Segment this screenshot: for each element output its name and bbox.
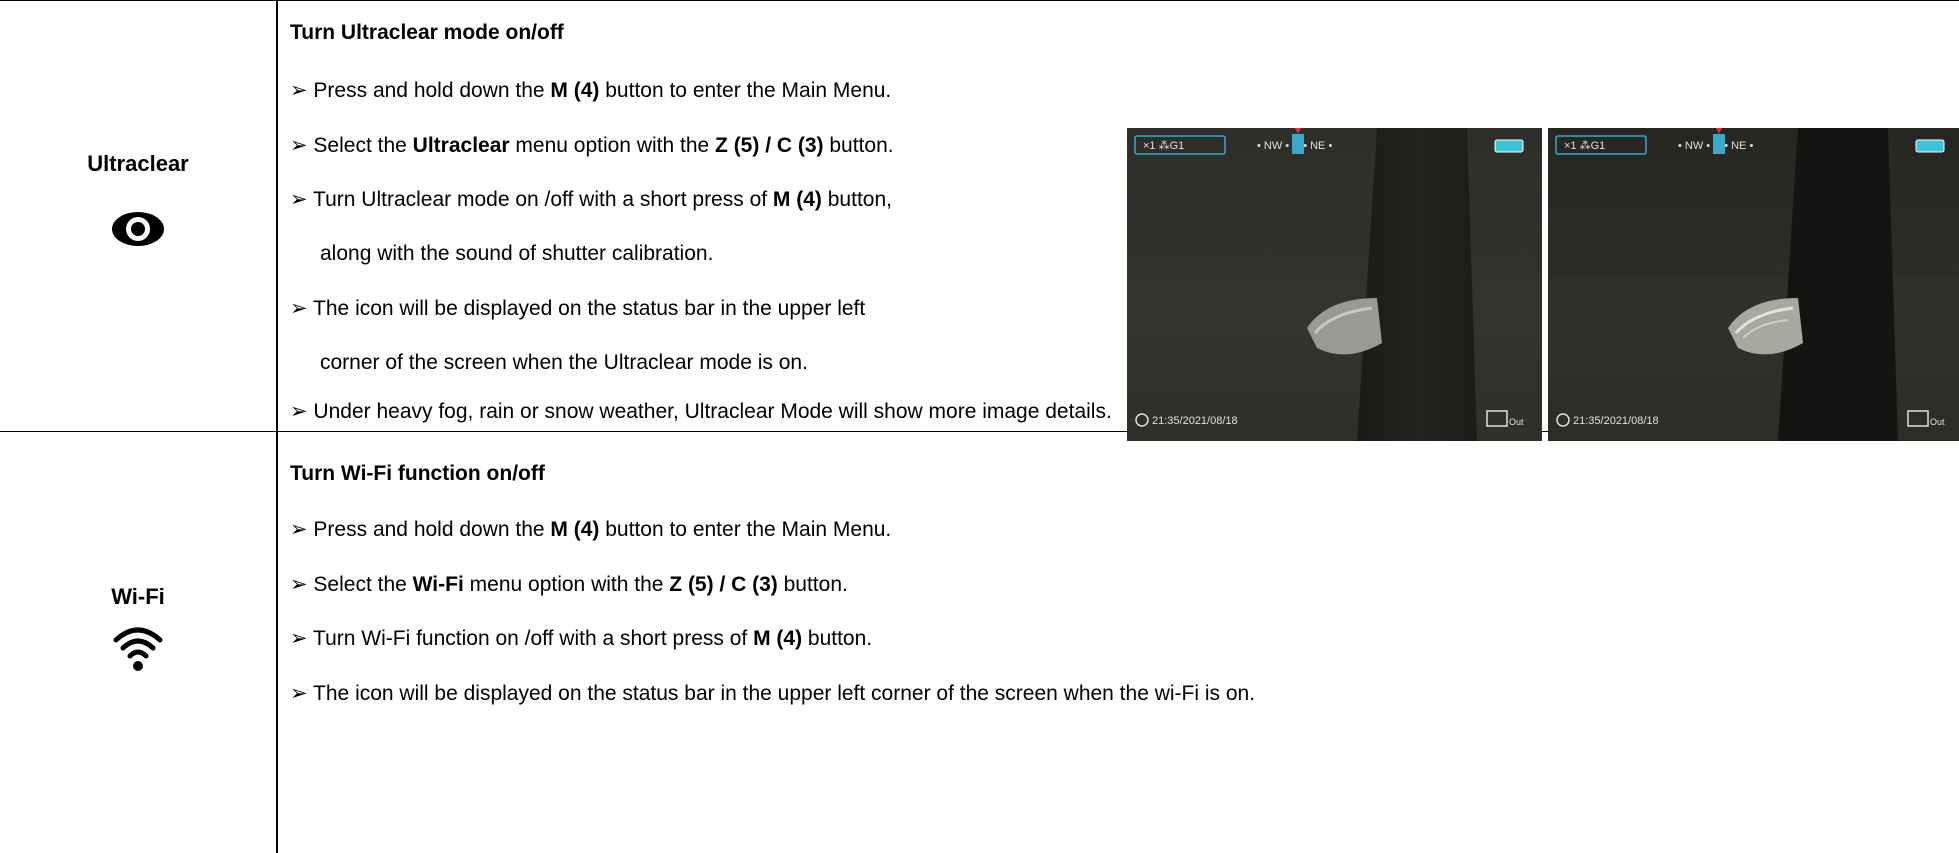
ultraclear-step-5: ➢ Under heavy fog, rain or snow weather,… [290,400,1112,423]
wifi-label: Wi-Fi [111,584,165,609]
status-bar-text: ×1 ⁂G1 [1143,140,1184,152]
output-label: Out [1509,417,1524,427]
status-bar-text: ×1 ⁂G1 [1564,140,1605,152]
wifi-title: Turn Wi-Fi function on/off [290,462,545,485]
wifi-step-1: ➢ Press and hold down the M (4) button t… [290,518,892,541]
ultraclear-step-3: ➢ Turn Ultraclear mode on /off with a sh… [290,188,892,211]
wifi-label-cell: Wi-Fi [0,584,276,677]
ultraclear-step-4-cont: corner of the screen when the Ultraclear… [320,351,808,374]
wifi-step-3: ➢ Turn Wi-Fi function on /off with a sho… [290,627,873,650]
ultraclear-step-1: ➢ Press and hold down the M (4) button t… [290,79,892,102]
feature-table: Ultraclear Turn Ultraclear mode on/off ➢… [0,0,1959,853]
output-label: Out [1930,417,1945,427]
ultraclear-step-4: ➢ The icon will be displayed on the stat… [290,297,866,320]
timestamp-text: 21:35/2021/08/18 [1152,415,1238,427]
ultraclear-step-3-cont: along with the sound of shutter calibrat… [320,242,714,265]
timestamp-text: 21:35/2021/08/18 [1573,415,1659,427]
eye-icon [0,209,276,254]
wifi-step-4: ➢ The icon will be displayed on the stat… [290,682,1256,705]
ultraclear-step-2: ➢ Select the Ultraclear menu option with… [290,134,894,157]
wifi-row: Wi-Fi Turn Wi-Fi function on/off ➢ Press… [0,432,1959,853]
ultraclear-row: Ultraclear Turn Ultraclear mode on/off ➢… [0,0,1959,441]
wifi-icon [0,624,276,677]
ultraclear-label-cell: Ultraclear [0,151,276,254]
ultraclear-label: Ultraclear [87,151,189,176]
ultraclear-title: Turn Ultraclear mode on/off [290,21,564,44]
thermal-screenshot-on: ×1 ⁂G1 • NW • N • NE • 21:35/2021/08/18 … [1548,128,1959,441]
wifi-step-2: ➢ Select the Wi-Fi menu option with the … [290,573,848,596]
thermal-screenshot-off: ×1 ⁂G1 • NW • N • NE • 21:35/2021/08/18 … [1127,128,1542,441]
